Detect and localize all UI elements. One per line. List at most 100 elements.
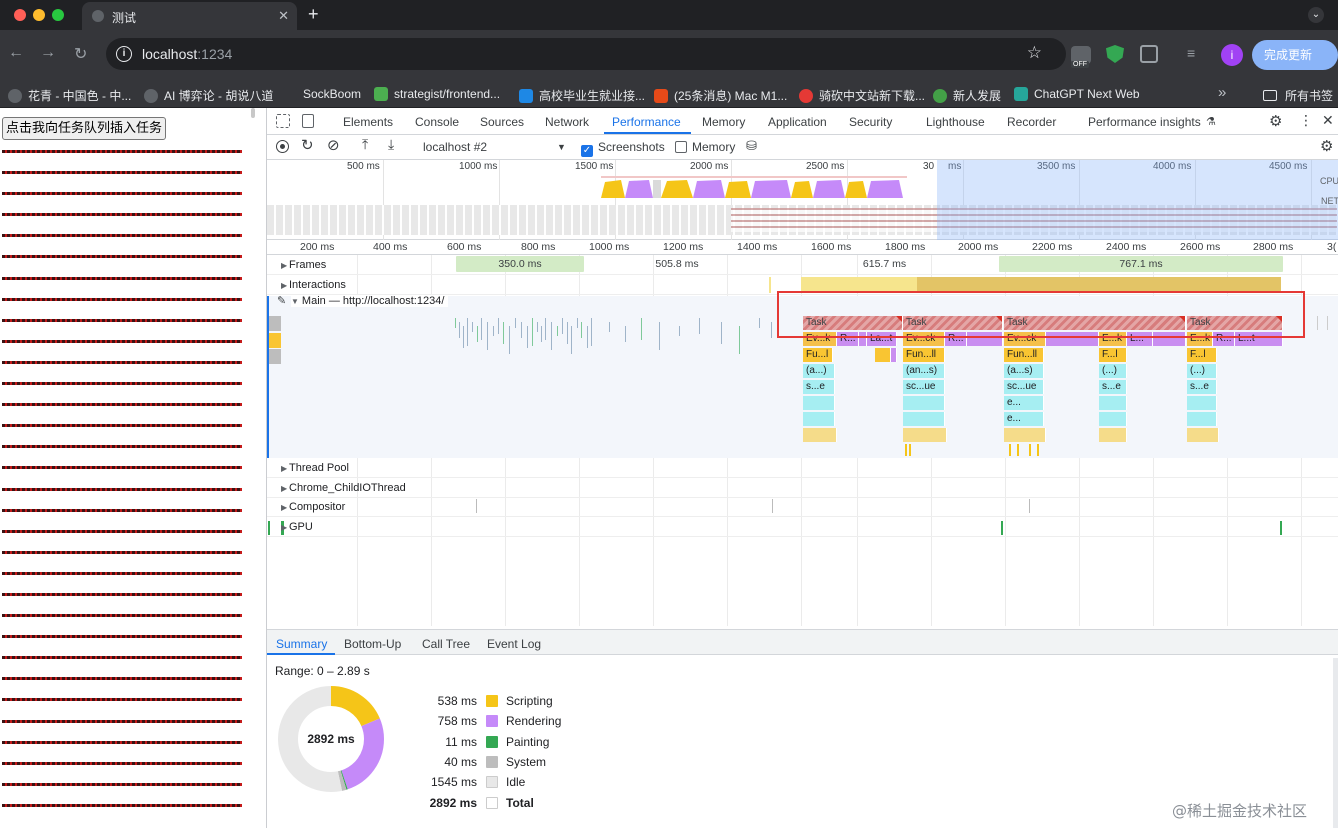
tab-security[interactable]: Security [849, 115, 892, 129]
flame-block[interactable] [891, 348, 897, 362]
timeline-overview[interactable]: 500 ms 1000 ms 1500 ms 2000 ms 2500 ms 3… [267, 160, 1338, 240]
flame-block[interactable] [1187, 428, 1219, 442]
browser-tab[interactable]: 测试 ✕ [82, 2, 297, 30]
flame-block[interactable] [1099, 412, 1127, 426]
flame-block[interactable] [1187, 412, 1217, 426]
close-devtools-icon[interactable]: ✕ [1322, 112, 1334, 129]
bookmark-item[interactable]: AI 博弈论 - 胡说八道 [144, 87, 273, 104]
flame-block[interactable]: Fu...l [803, 348, 833, 362]
media-queue-icon[interactable]: ≡ [1187, 45, 1205, 63]
flame-block[interactable]: Fun...ll [1004, 348, 1044, 362]
garbage-collect-icon[interactable]: ⛁ [746, 138, 757, 154]
flame-block[interactable] [803, 396, 835, 410]
bookmark-item[interactable]: strategist/frontend... [374, 87, 500, 101]
device-toolbar-icon[interactable] [302, 114, 314, 128]
tab-sources[interactable]: Sources [480, 115, 524, 129]
flame-block[interactable]: (a...s) [1004, 364, 1044, 378]
update-button[interactable]: 完成更新 [1252, 40, 1338, 70]
capture-settings-icon[interactable]: ⚙ [1320, 137, 1333, 155]
bookmark-star-icon[interactable]: ☆ [1027, 43, 1042, 63]
tab-console[interactable]: Console [415, 115, 459, 129]
flame-block[interactable] [903, 428, 947, 442]
expand-triangle-icon[interactable]: ▶ [281, 523, 287, 532]
flame-block[interactable]: s...e [1099, 380, 1127, 394]
thread-pool-track[interactable]: ▶ Thread Pool [267, 458, 1338, 478]
extensions-puzzle-icon[interactable] [1140, 45, 1158, 63]
flame-block[interactable] [1004, 428, 1046, 442]
upload-profile-icon[interactable]: ⤒ [362, 136, 368, 153]
flame-block[interactable] [1187, 396, 1217, 410]
flame-block[interactable]: s...e [1187, 380, 1217, 394]
expand-triangle-icon[interactable]: ▶ [281, 281, 287, 290]
extension-off-icon[interactable]: OFF [1071, 46, 1091, 68]
bookmark-item[interactable]: (25条消息) Mac M1... [654, 87, 787, 104]
bookmark-item[interactable]: SockBoom [283, 87, 361, 101]
minimize-window-button[interactable] [33, 9, 45, 21]
flame-block[interactable]: (...) [1187, 364, 1217, 378]
interaction-block[interactable] [769, 277, 771, 293]
bookmark-item[interactable]: 高校毕业生就业接... [519, 87, 645, 104]
screenshots-checkbox[interactable]: ✓ Screenshots [581, 140, 665, 157]
flame-block[interactable] [875, 348, 891, 362]
flame-block[interactable]: F...l [1187, 348, 1217, 362]
tab-performance[interactable]: Performance [612, 115, 681, 129]
frame-block[interactable]: 767.1 ms [999, 256, 1283, 272]
bookmark-item[interactable]: 花青 - 中国色 - 中... [8, 87, 131, 104]
tab-event-log[interactable]: Event Log [487, 637, 541, 651]
expand-triangle-icon[interactable]: ▶ [281, 261, 287, 270]
expand-triangle-icon[interactable]: ▶ [281, 464, 287, 473]
profile-avatar[interactable]: i [1221, 44, 1243, 66]
tab-recorder[interactable]: Recorder [1007, 115, 1056, 129]
tab-summary[interactable]: Summary [276, 637, 327, 651]
flame-block[interactable] [803, 412, 835, 426]
flame-block[interactable]: F...l [1099, 348, 1127, 362]
clear-icon[interactable]: ⊘ [327, 136, 340, 154]
shield-extension-icon[interactable] [1106, 45, 1124, 63]
flame-block[interactable]: sc...ue [903, 380, 945, 394]
bookmark-item[interactable]: ChatGPT Next Web [1014, 87, 1140, 101]
memory-checkbox[interactable]: Memory [675, 140, 735, 154]
io-thread-track[interactable]: ▶ Chrome_ChildIOThread [267, 478, 1338, 498]
download-profile-icon[interactable]: ⤓ [388, 136, 394, 153]
page-scrollbar[interactable] [251, 108, 255, 118]
bookmarks-overflow-icon[interactable]: » [1218, 84, 1226, 101]
insert-task-button[interactable]: 点击我向任务队列插入任务 [2, 117, 166, 140]
tab-bottom-up[interactable]: Bottom-Up [344, 637, 401, 651]
compositor-track[interactable]: ▶ Compositor [267, 497, 1338, 517]
expand-triangle-icon[interactable]: ▶ [281, 503, 287, 512]
flame-block[interactable]: (...) [1099, 364, 1127, 378]
close-window-button[interactable] [14, 9, 26, 21]
flame-block[interactable] [903, 396, 945, 410]
reload-record-icon[interactable]: ↻ [301, 136, 314, 154]
address-bar[interactable]: i localhost:1234 ☆ [106, 38, 1066, 70]
frame-block[interactable]: 350.0 ms [456, 256, 584, 272]
flame-block[interactable]: e... [1004, 412, 1044, 426]
tab-elements[interactable]: Elements [343, 115, 393, 129]
inspect-element-icon[interactable] [276, 114, 290, 128]
maximize-window-button[interactable] [52, 9, 64, 21]
gpu-track[interactable]: ▶ GPU [267, 517, 1338, 537]
flame-block[interactable]: s...e [803, 380, 835, 394]
site-info-icon[interactable]: i [116, 46, 132, 62]
back-arrow-icon[interactable]: ← [8, 44, 24, 62]
more-options-icon[interactable]: ⋮ [1299, 112, 1313, 129]
flame-block[interactable] [903, 412, 945, 426]
bookmark-item[interactable]: 骑砍中文站新下载... [799, 87, 925, 104]
details-scrollbar[interactable] [1333, 658, 1338, 828]
close-tab-icon[interactable]: ✕ [278, 8, 289, 24]
flame-block[interactable] [803, 428, 837, 442]
frame-block[interactable]: 505.8 ms [584, 256, 770, 272]
frame-block[interactable]: 615.7 ms [770, 256, 999, 272]
flame-block[interactable]: Fun...ll [903, 348, 945, 362]
recording-select[interactable]: localhost #2 [423, 140, 487, 154]
overview-selection[interactable] [937, 160, 1338, 240]
flame-block[interactable]: (an...s) [903, 364, 945, 378]
tab-memory[interactable]: Memory [702, 115, 745, 129]
bookmark-item[interactable]: 新人发展 [933, 87, 1001, 104]
tab-search-chevron-icon[interactable]: ⌄ [1308, 7, 1324, 23]
reload-icon[interactable]: ↻ [74, 44, 87, 64]
tab-lighthouse[interactable]: Lighthouse [926, 115, 985, 129]
expand-triangle-icon[interactable]: ▶ [281, 484, 287, 493]
new-tab-button[interactable]: + [308, 4, 319, 25]
tab-performance-insights[interactable]: Performance insights [1088, 115, 1201, 129]
